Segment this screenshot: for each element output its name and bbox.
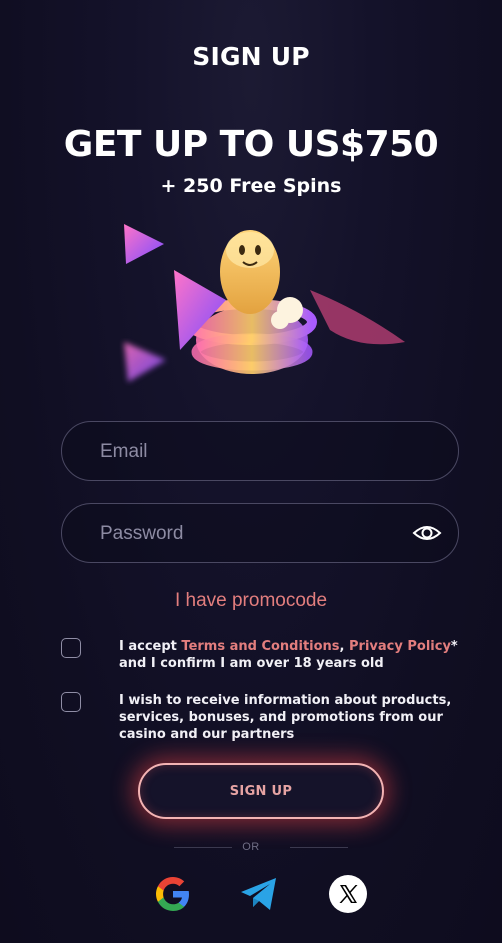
page-title: SIGN UP: [192, 42, 310, 71]
bonus-subhead: + 250 Free Spins: [160, 175, 342, 197]
marketing-text: I wish to receive information about prod…: [119, 693, 452, 742]
eye-icon[interactable]: [412, 520, 442, 546]
sign-up-button[interactable]: SIGN UP: [138, 763, 384, 819]
telegram-icon[interactable]: [238, 874, 280, 914]
email-input[interactable]: [98, 422, 402, 482]
or-label: OR: [242, 841, 260, 853]
triangle-decoration: [124, 224, 164, 264]
x-icon[interactable]: [328, 874, 368, 914]
terms-separator: ,: [339, 639, 350, 654]
promocode-link[interactable]: I have promocode: [0, 590, 502, 612]
bonus-headline: GET UP TO US$750: [63, 124, 439, 165]
email-field[interactable]: [61, 421, 459, 482]
blurred-triangle-decoration: [124, 342, 166, 382]
terms-text: I accept Terms and Conditions, Privacy P…: [119, 638, 464, 672]
marketing-checkbox[interactable]: [61, 692, 81, 712]
privacy-policy-link[interactable]: Privacy Policy: [349, 639, 451, 654]
mascot-illustration: [124, 224, 405, 382]
terms-checkbox[interactable]: [61, 638, 81, 658]
google-icon[interactable]: [153, 874, 193, 914]
password-field[interactable]: [61, 503, 459, 564]
terms-link[interactable]: Terms and Conditions: [181, 639, 339, 654]
password-input[interactable]: [98, 504, 402, 564]
terms-prefix: I accept: [119, 639, 182, 654]
